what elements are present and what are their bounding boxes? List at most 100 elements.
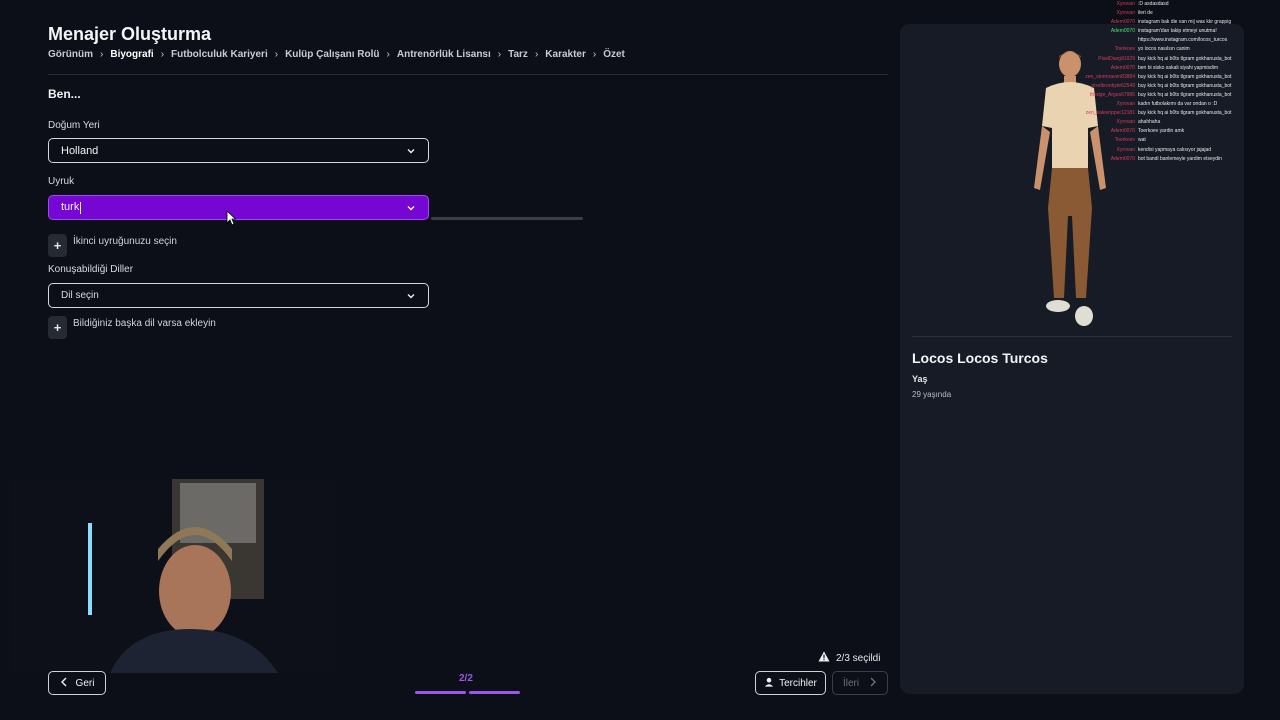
streamer-webcam-image xyxy=(10,479,337,673)
chat-text: :D asdasdasd xyxy=(1138,1,1169,7)
chat-user: Adem0070 xyxy=(1110,155,1135,162)
breadcrumb-item-kulup-calisani-rolu[interactable]: Kulüp Çalışanı Rolü xyxy=(285,49,379,60)
chat-user: thedge_Argus67986 xyxy=(1089,91,1135,98)
age-label: Yaş xyxy=(912,374,928,384)
breadcrumb-item-futbolculuk-kariyeri[interactable]: Futbolculuk Kariyeri xyxy=(171,49,268,60)
chat-user: Xyrovan xyxy=(1116,10,1135,17)
warning-icon xyxy=(818,651,830,665)
chat-user: PixelDiarg91929 xyxy=(1098,55,1135,62)
chat-user: Xyrovan xyxy=(1116,146,1135,153)
chat-user: zen_valevripper12181 xyxy=(1085,110,1135,117)
chat-message: https://www.instagram.com/locos_turcos xyxy=(1048,36,1248,45)
user-icon xyxy=(764,677,774,690)
languages-placeholder: Dil seçin xyxy=(61,290,99,301)
chat-user: Xyrovan xyxy=(1116,101,1135,108)
chat-message: Xyrovan kadın futbolakımı da var ondan o … xyxy=(1048,100,1248,109)
add-nationality-button[interactable]: + xyxy=(48,234,67,257)
chat-user: Adem0070 xyxy=(1110,28,1135,35)
breadcrumb-item-ozet[interactable]: Özet xyxy=(603,49,625,60)
chat-user: Xyrovan xyxy=(1116,119,1135,126)
nationality-input[interactable]: turk xyxy=(48,195,429,220)
chevron-right-icon: › xyxy=(100,49,104,60)
languages-select[interactable]: Dil seçin xyxy=(48,283,429,308)
chat-user: zen_stormraven83884 xyxy=(1085,73,1135,80)
page-title: Menajer Oluşturma xyxy=(48,24,212,44)
chat-text: Toerkoev yardin amk xyxy=(1138,128,1185,135)
back-label: Geri xyxy=(75,677,95,689)
stream-chat-overlay: Xyrovan:D asdasdasd Xyrovan ileri de Adem… xyxy=(1048,0,1248,164)
manager-name: Locos Locos Turcos xyxy=(912,350,1048,366)
age-value: 29 yaşında xyxy=(912,390,952,399)
chevron-right-icon: › xyxy=(534,49,539,60)
plus-icon: + xyxy=(53,320,62,335)
chat-text: instagram bak die van mij was kkr grappi… xyxy=(1138,19,1232,26)
chat-user: Adem0070 xyxy=(1110,19,1135,26)
chevron-right-icon: › xyxy=(160,49,165,60)
chat-text: wat xyxy=(1138,137,1146,144)
chat-message: Xyrovan ahahhaha xyxy=(1048,118,1248,127)
chat-message: Adem0070 Toerkoev yardin amk xyxy=(1048,127,1248,136)
chat-message: thedge_Argus67986 buy kick hq ai b0ts tlg… xyxy=(1048,91,1248,100)
chat-message: zen_stormraven83884 buy kick hq ai b0ts t… xyxy=(1048,73,1248,82)
breadcrumb-item-biyografi[interactable]: Biyografi xyxy=(110,49,153,60)
text-caret xyxy=(80,201,82,214)
chat-message: Xyrovan kendisi yapmaya calısıyor jajajad xyxy=(1048,146,1248,155)
progress-segment xyxy=(415,691,466,694)
chat-text: kadın futbolakımı da var ondan o :D xyxy=(1138,101,1218,108)
chat-user: Xyrovan xyxy=(1116,1,1135,7)
chat-text: buy kick hq ai b0ts tlgram gokhanusta_bo… xyxy=(1138,82,1232,89)
selected-count-text: 2/3 seçildi xyxy=(836,652,881,664)
chevron-right-icon: › xyxy=(274,49,279,60)
add-language-label[interactable]: Bildiğiniz başka dil varsa ekleyin xyxy=(73,318,216,329)
chat-text: yo locos nasılsın canim xyxy=(1138,46,1190,53)
birthplace-value: Holland xyxy=(61,144,99,157)
preferences-button[interactable]: Tercihler xyxy=(755,671,826,695)
chevron-down-icon xyxy=(406,291,416,301)
chat-text: https://www.instagram.com/locos_turcos xyxy=(1138,37,1228,44)
chat-message: Adem0070 ben bi sisko sakali siyahi yapmi… xyxy=(1048,64,1248,73)
breadcrumb-item-gorunum[interactable]: Görünüm xyxy=(48,49,93,60)
chevron-down-icon xyxy=(406,203,416,213)
section-title: Ben... xyxy=(48,87,81,101)
preferences-label: Tercihler xyxy=(779,677,817,689)
chevron-right-icon: › xyxy=(497,49,502,60)
chat-user: Toerkoev xyxy=(1114,137,1135,144)
chevron-down-icon xyxy=(406,146,416,156)
plus-icon: + xyxy=(53,238,62,253)
chat-message: pixelbronbyte62549 buy kick hq ai b0ts tl… xyxy=(1048,82,1248,91)
chat-user: Adem0070 xyxy=(1110,128,1135,135)
add-language-button[interactable]: + xyxy=(48,316,67,339)
chat-text: ben bi sisko sakali siyahi yapmisdim xyxy=(1138,64,1219,71)
back-button[interactable]: Geri xyxy=(48,671,106,695)
chat-message: Adem0070 instagram bak die van mij was kk… xyxy=(1048,18,1248,27)
chat-text: bot bandi banlemeyle yardim etseydin xyxy=(1138,155,1222,162)
birthplace-label: Doğum Yeri xyxy=(48,120,100,131)
add-nationality-label[interactable]: İkinci uyruğunuzu seçin xyxy=(73,236,177,247)
chat-text: buy kick hq ai b0ts tlgram gokhanusta_bo… xyxy=(1138,55,1232,62)
next-button[interactable]: İleri xyxy=(832,671,888,695)
progress-segment xyxy=(469,691,520,694)
webcam-overlay xyxy=(10,479,337,673)
chat-text: buy kick hq ai b0ts tlgram gokhanusta_bo… xyxy=(1138,110,1232,117)
chat-message: Adem0070 bot bandi banlemeyle yardim etse… xyxy=(1048,155,1248,164)
selected-count: 2/3 seçildi xyxy=(818,651,880,665)
chat-text: buy kick hq ai b0ts tlgram gokhanusta_bo… xyxy=(1138,91,1232,98)
chat-user: Adem0070 xyxy=(1110,64,1135,71)
step-progress xyxy=(415,691,520,694)
chat-message: Xyrovan:D asdasdasd xyxy=(1048,0,1248,9)
mouse-cursor-icon xyxy=(226,210,237,231)
chat-text: instagram'dan takip etmeyi unutma! xyxy=(1138,28,1217,35)
chat-text: buy kick hq ai b0ts tlgram gokhanusta_bo… xyxy=(1138,73,1232,80)
breadcrumb-item-tarz[interactable]: Tarz xyxy=(508,49,528,60)
breadcrumb-item-antrenorluk-lisansi[interactable]: Antrenörlük Lisansı xyxy=(397,49,491,60)
chat-text: kendisi yapmaya calısıyor jajajad xyxy=(1138,146,1212,153)
dropdown-loading-bar xyxy=(431,217,583,220)
breadcrumb-item-karakter[interactable]: Karakter xyxy=(545,49,586,60)
languages-label: Konuşabildiği Diller xyxy=(48,264,134,275)
chat-message: Adem0070 instagram'dan takip etmeyi unutm… xyxy=(1048,27,1248,36)
birthplace-select[interactable]: Holland xyxy=(48,138,429,163)
chat-message: Toerkoev wat xyxy=(1048,136,1248,145)
chevron-right-icon xyxy=(869,677,877,690)
next-label: İleri xyxy=(842,677,860,689)
chat-message: PixelDiarg91929 buy kick hq ai b0ts tlgra… xyxy=(1048,55,1248,64)
